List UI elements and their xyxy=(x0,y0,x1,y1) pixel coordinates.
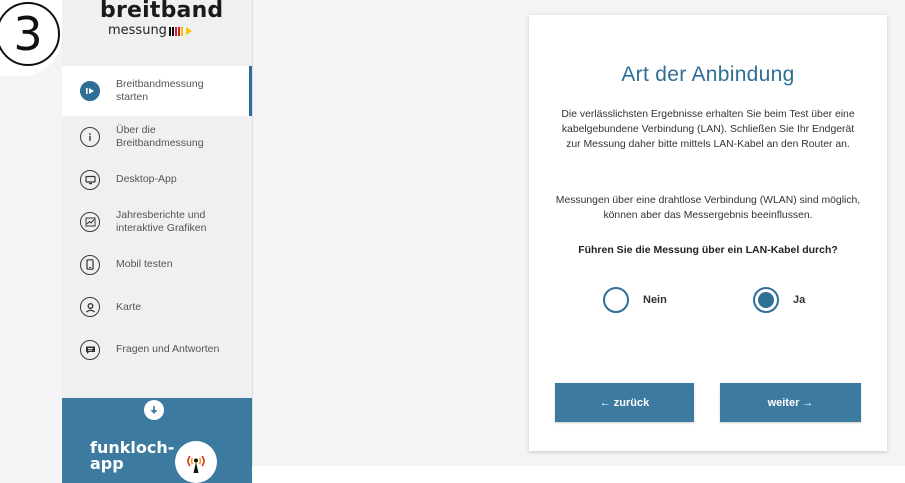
logo-sub: messung xyxy=(108,22,240,40)
sidebar-item-label: Mobil testen xyxy=(116,258,173,271)
footer-strip xyxy=(252,466,905,483)
sidebar-item-label: Fragen und Antworten xyxy=(116,343,220,356)
sidebar-item-label: Desktop-App xyxy=(116,173,177,186)
sidebar-item-label: Karte xyxy=(116,300,142,313)
logo-sub-text: messung xyxy=(108,23,167,38)
sidebar-item-karte[interactable]: Karte xyxy=(62,286,252,329)
down-arrow-icon[interactable] xyxy=(144,400,164,420)
step-number: 3 xyxy=(0,2,60,66)
phone-icon xyxy=(80,254,100,275)
sidebar-item-breitbandmessung-starten[interactable]: Breitbandmessung starten xyxy=(62,66,252,116)
sidebar-nav: Breitbandmessung starten Über die Breitb… xyxy=(62,66,252,371)
logo-bar xyxy=(177,26,180,36)
sidebar-item-label: Über die Breitbandmessung xyxy=(116,124,204,150)
logo[interactable]: breitband messung xyxy=(100,0,240,60)
logo-bar xyxy=(168,26,171,36)
funkloch-app-promo[interactable]: funkloch-app xyxy=(62,398,252,483)
logo-bar xyxy=(180,26,183,36)
logo-bars-icon xyxy=(168,26,192,36)
logo-main-text: breitband xyxy=(100,0,224,23)
map-pin-icon xyxy=(80,297,100,318)
radio-label-nein[interactable]: Nein xyxy=(643,294,667,306)
sidebar-item-mobil-testen[interactable]: Mobil testen xyxy=(62,244,252,287)
next-button[interactable]: weiter → xyxy=(720,383,861,422)
connection-type-card: Art der Anbindung Die verlässlichsten Er… xyxy=(529,15,887,451)
radio-option-nein[interactable]: Nein xyxy=(603,287,667,313)
sidebar-item-label: Jahresberichte und interaktive Grafiken xyxy=(116,209,207,235)
radio-ja[interactable] xyxy=(753,287,779,313)
play-icon xyxy=(80,81,100,101)
logo-bar xyxy=(174,26,177,36)
back-button[interactable]: ← zurück xyxy=(555,383,694,422)
logo-bar xyxy=(171,26,174,36)
step-badge: 3 xyxy=(0,0,62,76)
sidebar-item-fragen-und-antworten[interactable]: Fragen und Antworten xyxy=(62,329,252,372)
radio-selected-dot xyxy=(758,292,774,308)
radio-label-ja[interactable]: Ja xyxy=(793,294,805,306)
sidebar-item-label: Breitbandmessung starten xyxy=(116,78,204,103)
sidebar-item-ueber-die-breitbandmessung[interactable]: Über die Breitbandmessung xyxy=(62,116,252,159)
wlan-info-text: Messungen über eine drahtlose Verbindung… xyxy=(555,195,861,222)
logo-play-icon xyxy=(185,27,192,35)
page-title: Art der Anbindung xyxy=(621,63,795,86)
sidebar-item-jahresberichte[interactable]: Jahresberichte und interaktive Grafiken xyxy=(62,201,252,244)
lan-recommendation-text: Die verlässlichsten Ergebnisse erhalten … xyxy=(561,109,855,151)
monitor-icon xyxy=(80,169,100,190)
sidebar: breitband messung Breitbandmessung start… xyxy=(62,0,253,483)
signal-tower-icon xyxy=(175,441,217,483)
promo-text: funkloch-app xyxy=(90,438,175,473)
info-icon xyxy=(80,127,100,148)
sidebar-item-desktop-app[interactable]: Desktop-App xyxy=(62,159,252,202)
radio-nein[interactable] xyxy=(603,287,629,313)
chat-icon xyxy=(80,339,100,360)
radio-option-ja[interactable]: Ja xyxy=(753,287,805,313)
lan-question: Führen Sie die Messung über ein LAN-Kabe… xyxy=(578,244,838,256)
chart-icon xyxy=(80,212,100,233)
